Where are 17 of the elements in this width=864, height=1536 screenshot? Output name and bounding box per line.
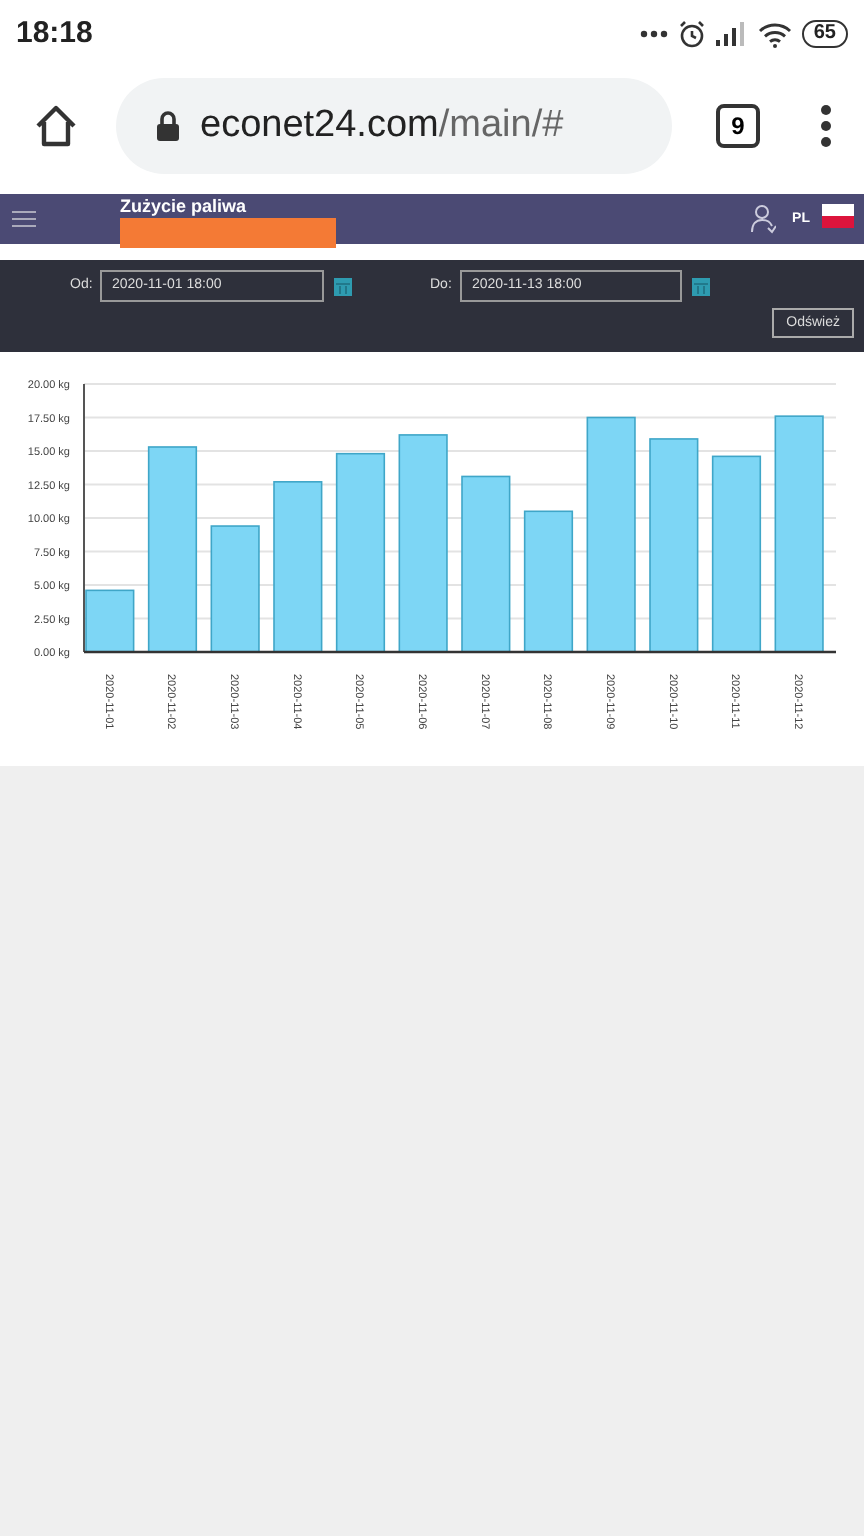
alarm-icon <box>677 20 706 48</box>
lock-icon <box>156 110 180 142</box>
calendar-icon[interactable] <box>692 277 710 295</box>
signal-icon <box>715 22 748 46</box>
menu-icon[interactable] <box>820 104 832 148</box>
calendar-icon[interactable] <box>334 277 352 295</box>
url-text: econet24.com/main/# <box>200 101 564 150</box>
wifi-icon <box>757 21 792 47</box>
address-bar[interactable]: econet24.com/main/# <box>116 78 672 174</box>
tab-count-button[interactable]: 9 <box>716 104 760 148</box>
flag-icon <box>822 204 854 228</box>
home-icon[interactable] <box>32 104 80 148</box>
user-icon[interactable] <box>750 204 777 234</box>
battery-indicator: 65 <box>801 20 848 48</box>
status-time: 18:18 <box>16 13 93 54</box>
more-icon <box>639 30 668 38</box>
page-title: Zużycie paliwa <box>120 196 247 216</box>
